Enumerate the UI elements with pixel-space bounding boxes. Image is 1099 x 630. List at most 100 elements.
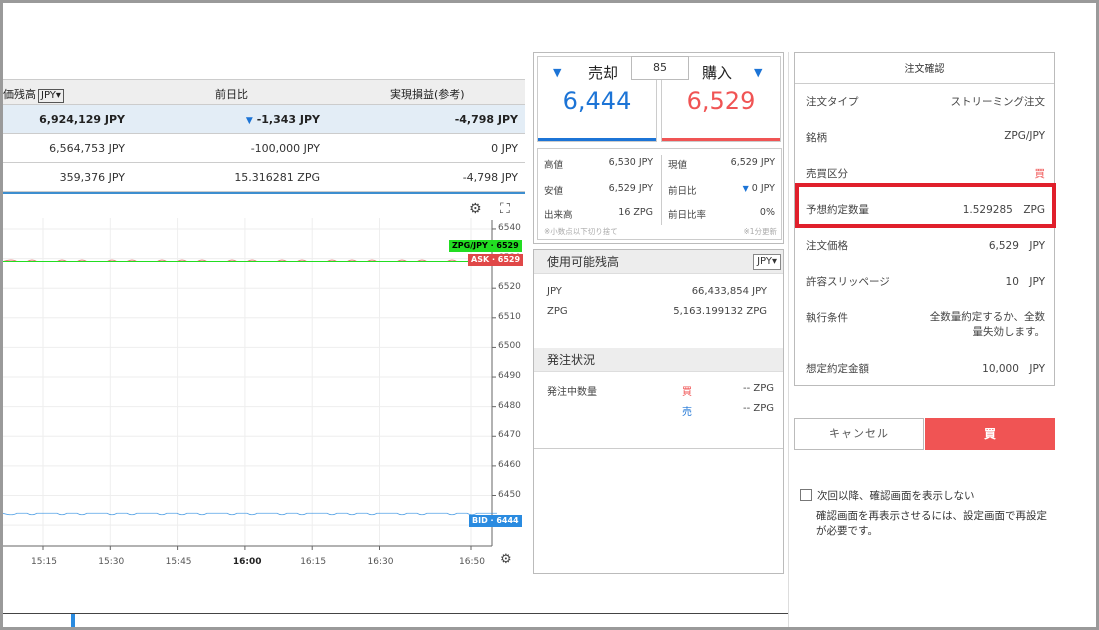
available-balance-title: 使用可能残高 — [547, 255, 620, 269]
zpg-label: ZPG — [547, 306, 568, 317]
cell-balance: 359,376 JPY — [59, 171, 125, 184]
sell-bar — [538, 138, 656, 141]
chart-settings-icon-bottom[interactable]: ⚙ — [500, 552, 512, 567]
current-label: 現値 — [668, 160, 688, 171]
cell-balance: 6,924,129 JPY — [39, 113, 125, 126]
symbol-value: ZPG/JPY — [1004, 130, 1045, 142]
sell-price: 6,444 — [562, 87, 632, 115]
dont-show-label[interactable]: 次回以降、確認画面を表示しない — [817, 488, 975, 503]
y-tick-label: 6490 — [498, 371, 521, 382]
jpy-label: JPY — [547, 286, 562, 297]
y-tick-label: 6520 — [498, 282, 521, 293]
down-triangle-icon: ▼ — [754, 66, 763, 79]
series-bid — [3, 512, 497, 516]
header-balance: 価残高 JPY▾ — [3, 86, 64, 103]
order-type-label: 注文タイプ — [806, 96, 859, 108]
condition-label: 執行条件 — [806, 312, 848, 324]
trade-panel: ▼ 売却 6,444 85 購入 ▼ 6,529 高値 6,530 JPY 安値… — [533, 52, 784, 244]
x-tick-label: 16:50 — [459, 557, 485, 567]
cancel-button[interactable]: キャンセル — [794, 418, 924, 450]
rate-value: 0% — [759, 207, 775, 218]
condition-value: 全数量約定するか、全数量失効します。 — [929, 311, 1045, 338]
estimated-amount-value: 10,000 JPY — [982, 363, 1045, 375]
rate-label: 前日比率 — [668, 210, 707, 221]
y-tick-label: 6500 — [498, 341, 521, 352]
pending-buy-value: -- ZPG — [742, 383, 774, 394]
pair-price-tag: ZPG/JPY · 6529 — [449, 240, 522, 252]
down-triangle-icon: ▼ — [245, 116, 253, 126]
buy-label: 購入 — [702, 64, 733, 82]
change-label: 前日比 — [668, 186, 697, 197]
x-tick-label: 15:45 — [165, 557, 192, 567]
cell-pnl: -4,798 JPY — [462, 171, 518, 184]
down-triangle-icon: ▼ — [553, 66, 562, 79]
order-price-value: 6,529 JPY — [988, 240, 1045, 252]
volume-label: 出来高 — [544, 210, 573, 221]
order-status-title: 発注状況 — [547, 353, 596, 367]
currency-select[interactable]: JPY▾ — [753, 254, 781, 270]
zpg-value: 5,163.199132 ZPG — [673, 306, 767, 317]
update-note: ※1分更新 — [743, 227, 777, 236]
x-tick-label: 15:30 — [98, 557, 125, 567]
cell-change: 15.316281 ZPG — [234, 171, 320, 184]
pending-sell-label: 売 — [682, 407, 692, 418]
y-tick-label: 6480 — [498, 400, 521, 411]
sell-label: 売却 — [588, 64, 619, 82]
order-status-header: 発注状況 — [534, 348, 783, 372]
x-tick-label: 16:30 — [367, 557, 394, 567]
slippage-label: 許容スリッページ — [806, 276, 890, 288]
table-row: 6,564,753 JPY -100,000 JPY 0 JPY — [3, 134, 525, 163]
x-tick-label: 16:00 — [232, 557, 262, 567]
dont-show-checkbox[interactable] — [800, 489, 812, 501]
price-chart[interactable]: ⚙ ⛶ 654065306520651065006490648064706460… — [3, 196, 525, 572]
pending-buy-label: 買 — [682, 387, 692, 398]
side-value: 買 — [1034, 168, 1046, 180]
section-divider — [3, 192, 525, 194]
symbol-label: 銘柄 — [806, 132, 827, 144]
buy-price: 6,529 — [686, 87, 756, 115]
low-value: 6,529 JPY — [608, 183, 653, 194]
reshow-note: 確認画面を再表示させるには、設定画面で再設定が必要です。 — [816, 510, 1047, 537]
currency-select[interactable]: JPY▾ — [38, 89, 64, 103]
stats-divider — [661, 155, 662, 225]
low-label: 安値 — [544, 186, 564, 197]
column-divider — [788, 52, 789, 630]
price-stats: 高値 6,530 JPY 安値 6,529 JPY 出来高 16 ZPG 現値 … — [537, 148, 782, 240]
expand-icon[interactable]: ⛶ — [500, 201, 510, 217]
high-label: 高値 — [544, 160, 564, 171]
high-value: 6,530 JPY — [608, 157, 653, 168]
truncation-note: ※小数点以下切り捨て — [544, 227, 618, 236]
y-tick-label: 6470 — [498, 430, 521, 441]
ask-price-tag: ASK · 6529 — [468, 254, 524, 266]
cell-change: -100,000 JPY — [250, 142, 320, 155]
estimated-amount-label: 想定約定金額 — [806, 363, 869, 375]
current-value: 6,529 JPY — [730, 157, 775, 168]
available-balance-panel: 使用可能残高 JPY▾ JPY 66,433,854 JPY ZPG 5,163… — [533, 249, 784, 574]
order-price-label: 注文価格 — [806, 240, 848, 252]
chart-settings-icon[interactable]: ⚙ — [469, 201, 482, 217]
panel-divider — [534, 448, 783, 449]
pending-sell-value: -- ZPG — [742, 403, 774, 414]
x-tick-label: 16:15 — [300, 557, 327, 567]
jpy-value: 66,433,854 JPY — [691, 286, 767, 297]
cell-pnl: -4,798 JPY — [454, 113, 518, 126]
header-change: 前日比 — [215, 88, 248, 101]
order-type-value: ストリーミング注文 — [950, 96, 1046, 108]
highlight-box — [795, 183, 1056, 228]
quantity-input[interactable]: 85 — [631, 56, 689, 80]
scroll-handle[interactable] — [71, 614, 75, 627]
pending-quantity-label: 発注中数量 — [547, 387, 597, 398]
x-tick-label: 15:15 — [31, 557, 57, 567]
table-row: 359,376 JPY 15.316281 ZPG -4,798 JPY — [3, 163, 525, 192]
chart-canvas — [3, 218, 497, 550]
volume-value: 16 ZPG — [618, 207, 653, 218]
confirm-buy-button[interactable]: 買 — [925, 418, 1055, 450]
cell-pnl: 0 JPY — [491, 142, 518, 155]
balance-table-header: 価残高 JPY▾ 前日比 実現損益(参考) — [3, 79, 525, 105]
y-tick-label: 6540 — [498, 222, 521, 233]
cell-balance: 6,564,753 JPY — [49, 142, 125, 155]
y-tick-label: 6460 — [498, 459, 521, 470]
down-triangle-icon: ▼ — [742, 184, 749, 193]
balance-table: 価残高 JPY▾ 前日比 実現損益(参考) 6,924,129 JPY ▼ -1,… — [3, 79, 525, 192]
buy-bar — [662, 138, 780, 141]
